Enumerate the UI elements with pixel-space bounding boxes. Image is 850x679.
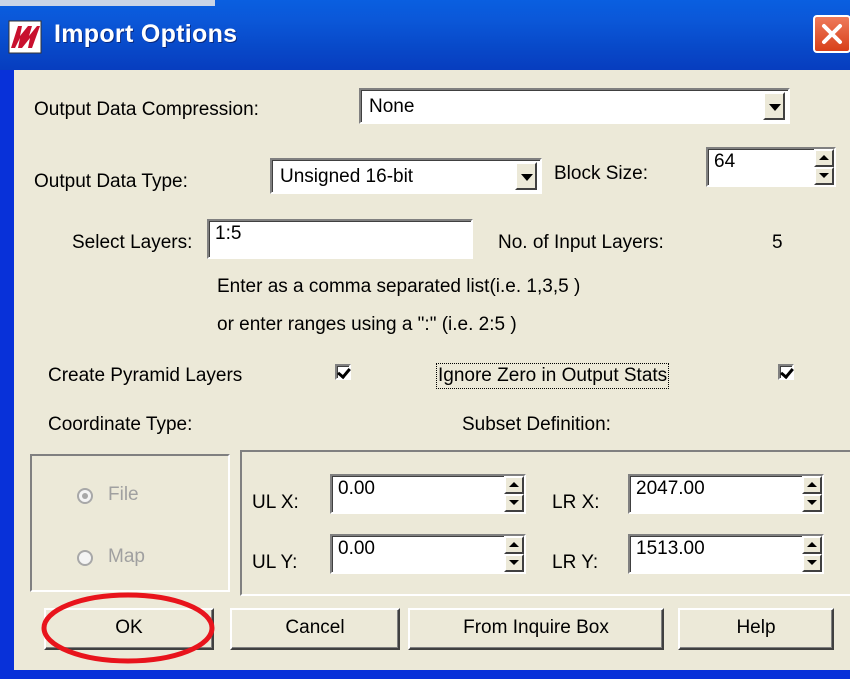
ignore-zero-checkbox[interactable] [778,364,794,380]
radio-file[interactable] [77,488,93,504]
lrx-label: LR X: [552,492,600,513]
cancel-button[interactable]: Cancel [230,608,400,650]
chevron-down-icon[interactable] [515,162,537,190]
ulx-value: 0.00 [338,478,375,499]
lry-value: 1513.00 [636,538,705,559]
lry-input[interactable]: 1513.00 [628,534,824,574]
close-icon [822,24,842,44]
spin-down-icon[interactable] [504,554,524,572]
lry-label: LR Y: [552,552,599,573]
subset-group: UL X: 0.00 LR X: 2047.00 UL Y: 0.00 LR Y… [240,450,850,596]
block-size-input[interactable]: 64 [706,147,836,187]
spin-down-icon[interactable] [802,494,822,512]
uly-label: UL Y: [252,552,298,573]
pyramid-checkbox[interactable] [335,364,351,380]
select-layers-input[interactable]: 1:5 [207,219,473,259]
window-title: Import Options [54,20,238,48]
spin-up-icon[interactable] [504,536,524,554]
ulx-label: UL X: [252,492,299,513]
input-layers-label: No. of Input Layers: [498,232,664,253]
input-layers-value: 5 [772,232,783,253]
lrx-value: 2047.00 [636,478,705,499]
title-bar[interactable]: Import Options [0,0,850,70]
lrx-input[interactable]: 2047.00 [628,474,824,514]
close-button[interactable] [813,15,850,53]
subset-definition-label: Subset Definition: [462,414,611,435]
select-layers-value: 1:5 [215,223,242,244]
radio-file-label: File [108,484,139,505]
uly-input[interactable]: 0.00 [330,534,526,574]
block-size-label: Block Size: [554,163,648,184]
data-type-label: Output Data Type: [34,171,188,192]
from-inquire-box-button[interactable]: From Inquire Box [408,608,664,650]
coordinate-group: File Map [30,454,230,592]
ignore-zero-label[interactable]: Ignore Zero in Output Stats [435,363,670,389]
radio-map-label: Map [108,546,145,567]
block-size-value: 64 [714,151,736,172]
highlight-ellipse [41,592,215,664]
spin-up-icon[interactable] [504,476,524,494]
dialog-body: Output Data Compression: None Output Dat… [14,70,850,670]
compression-label: Output Data Compression: [34,99,259,120]
spin-down-icon[interactable] [802,554,822,572]
ulx-input[interactable]: 0.00 [330,474,526,514]
layers-hint-2: or enter ranges using a ":" (i.e. 2:5 ) [217,314,517,335]
compression-value: None [369,96,415,117]
compression-select[interactable]: None [359,88,790,124]
radio-map[interactable] [77,550,93,566]
data-type-select[interactable]: Unsigned 16-bit [270,158,542,194]
spin-down-icon[interactable] [504,494,524,512]
spin-up-icon[interactable] [802,476,822,494]
layers-hint-1: Enter as a comma separated list(i.e. 1,3… [217,276,581,297]
coordinate-type-label: Coordinate Type: [48,414,193,435]
spin-up-icon[interactable] [802,536,822,554]
pyramid-label: Create Pyramid Layers [48,365,243,386]
chevron-down-icon[interactable] [763,92,785,120]
spin-down-icon[interactable] [814,167,834,185]
data-type-value: Unsigned 16-bit [280,166,414,187]
app-icon [8,20,42,54]
spin-up-icon[interactable] [814,149,834,167]
top-strip [0,0,215,6]
select-layers-label: Select Layers: [72,232,193,253]
uly-value: 0.00 [338,538,375,559]
help-button[interactable]: Help [678,608,834,650]
